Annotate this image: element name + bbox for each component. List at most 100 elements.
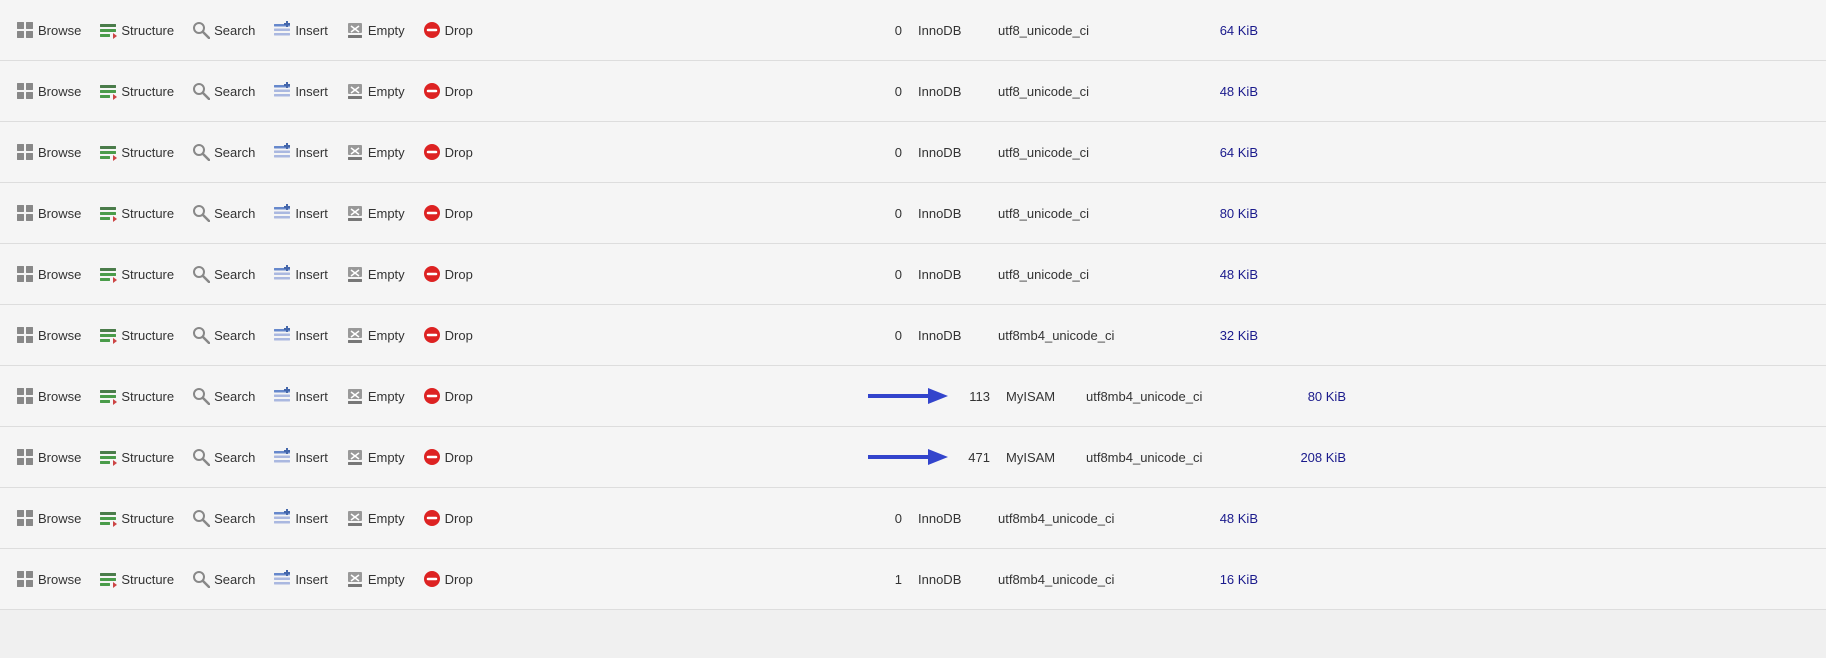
structure-button-row-9[interactable]: Structure — [91, 506, 182, 530]
drop-button-row-2[interactable]: Drop — [415, 79, 481, 103]
row-actions-3: Browse Structure Search Insert Empty — [8, 140, 868, 164]
drop-button-row-9[interactable]: Drop — [415, 506, 481, 530]
drop-button-row-8[interactable]: Drop — [415, 445, 481, 469]
browse-icon — [16, 21, 34, 39]
empty-label: Empty — [368, 267, 405, 282]
empty-icon — [346, 21, 364, 39]
structure-button-row-3[interactable]: Structure — [91, 140, 182, 164]
search-icon — [192, 448, 210, 466]
drop-button-row-4[interactable]: Drop — [415, 201, 481, 225]
drop-icon — [423, 570, 441, 588]
drop-icon — [423, 387, 441, 405]
search-button-row-8[interactable]: Search — [184, 445, 263, 469]
empty-button-row-1[interactable]: Empty — [338, 18, 413, 42]
browse-button-row-10[interactable]: Browse — [8, 567, 89, 591]
browse-button-row-1[interactable]: Browse — [8, 18, 89, 42]
insert-button-row-2[interactable]: Insert — [265, 79, 336, 103]
empty-icon — [346, 387, 364, 405]
insert-button-row-7[interactable]: Insert — [265, 384, 336, 408]
search-icon — [192, 509, 210, 527]
search-button-row-7[interactable]: Search — [184, 384, 263, 408]
search-button-row-1[interactable]: Search — [184, 18, 263, 42]
drop-button-row-7[interactable]: Drop — [415, 384, 481, 408]
browse-button-row-9[interactable]: Browse — [8, 506, 89, 530]
browse-button-row-6[interactable]: Browse — [8, 323, 89, 347]
row-stats-4: 0InnoDButf8_unicode_ci80 KiB — [868, 206, 1818, 221]
db-row-3: Browse Structure Search Insert Empty — [0, 122, 1826, 183]
search-button-row-5[interactable]: Search — [184, 262, 263, 286]
structure-button-row-10[interactable]: Structure — [91, 567, 182, 591]
search-button-row-4[interactable]: Search — [184, 201, 263, 225]
db-row-1: Browse Structure Search Insert Empty — [0, 0, 1826, 61]
row-stats-10: 1InnoDButf8mb4_unicode_ci16 KiB — [868, 572, 1818, 587]
db-row-wrapper-4: Browse Structure Search Insert Empty — [0, 183, 1826, 244]
empty-button-row-4[interactable]: Empty — [338, 201, 413, 225]
search-button-row-2[interactable]: Search — [184, 79, 263, 103]
insert-label: Insert — [295, 328, 328, 343]
drop-icon — [423, 326, 441, 344]
rows-count-5: 0 — [868, 267, 918, 282]
engine-4: InnoDB — [918, 206, 998, 221]
insert-button-row-6[interactable]: Insert — [265, 323, 336, 347]
empty-button-row-5[interactable]: Empty — [338, 262, 413, 286]
insert-button-row-4[interactable]: Insert — [265, 201, 336, 225]
empty-button-row-8[interactable]: Empty — [338, 445, 413, 469]
structure-button-row-6[interactable]: Structure — [91, 323, 182, 347]
insert-button-row-10[interactable]: Insert — [265, 567, 336, 591]
structure-button-row-7[interactable]: Structure — [91, 384, 182, 408]
browse-button-row-3[interactable]: Browse — [8, 140, 89, 164]
browse-button-row-4[interactable]: Browse — [8, 201, 89, 225]
drop-button-row-10[interactable]: Drop — [415, 567, 481, 591]
browse-button-row-5[interactable]: Browse — [8, 262, 89, 286]
insert-icon — [273, 204, 291, 222]
drop-icon — [423, 143, 441, 161]
insert-button-row-3[interactable]: Insert — [265, 140, 336, 164]
empty-button-row-9[interactable]: Empty — [338, 506, 413, 530]
insert-label: Insert — [295, 389, 328, 404]
empty-button-row-10[interactable]: Empty — [338, 567, 413, 591]
insert-button-row-9[interactable]: Insert — [265, 506, 336, 530]
structure-label: Structure — [121, 389, 174, 404]
db-row-6: Browse Structure Search Insert Empty — [0, 305, 1826, 366]
insert-label: Insert — [295, 511, 328, 526]
structure-button-row-4[interactable]: Structure — [91, 201, 182, 225]
structure-button-row-8[interactable]: Structure — [91, 445, 182, 469]
drop-icon — [423, 448, 441, 466]
drop-button-row-6[interactable]: Drop — [415, 323, 481, 347]
drop-button-row-3[interactable]: Drop — [415, 140, 481, 164]
structure-button-row-1[interactable]: Structure — [91, 18, 182, 42]
empty-button-row-2[interactable]: Empty — [338, 79, 413, 103]
drop-button-row-1[interactable]: Drop — [415, 18, 481, 42]
insert-button-row-5[interactable]: Insert — [265, 262, 336, 286]
structure-button-row-5[interactable]: Structure — [91, 262, 182, 286]
browse-label: Browse — [38, 145, 81, 160]
empty-button-row-6[interactable]: Empty — [338, 323, 413, 347]
row-stats-8: 471MyISAMutf8mb4_unicode_ci208 KiB — [868, 446, 1818, 468]
empty-icon — [346, 570, 364, 588]
insert-button-row-1[interactable]: Insert — [265, 18, 336, 42]
browse-button-row-8[interactable]: Browse — [8, 445, 89, 469]
search-button-row-10[interactable]: Search — [184, 567, 263, 591]
empty-label: Empty — [368, 328, 405, 343]
search-button-row-6[interactable]: Search — [184, 323, 263, 347]
db-row-4: Browse Structure Search Insert Empty — [0, 183, 1826, 244]
search-button-row-9[interactable]: Search — [184, 506, 263, 530]
size-6: 32 KiB — [1178, 328, 1258, 343]
search-button-row-3[interactable]: Search — [184, 140, 263, 164]
collation-1: utf8_unicode_ci — [998, 23, 1178, 38]
browse-button-row-2[interactable]: Browse — [8, 79, 89, 103]
browse-button-row-7[interactable]: Browse — [8, 384, 89, 408]
structure-button-row-2[interactable]: Structure — [91, 79, 182, 103]
empty-button-row-3[interactable]: Empty — [338, 140, 413, 164]
insert-label: Insert — [295, 84, 328, 99]
insert-button-row-8[interactable]: Insert — [265, 445, 336, 469]
insert-icon — [273, 570, 291, 588]
empty-button-row-7[interactable]: Empty — [338, 384, 413, 408]
row-stats-9: 0InnoDButf8mb4_unicode_ci48 KiB — [868, 511, 1818, 526]
empty-label: Empty — [368, 206, 405, 221]
drop-icon — [423, 509, 441, 527]
search-icon — [192, 387, 210, 405]
drop-label: Drop — [445, 572, 473, 587]
drop-button-row-5[interactable]: Drop — [415, 262, 481, 286]
insert-icon — [273, 448, 291, 466]
